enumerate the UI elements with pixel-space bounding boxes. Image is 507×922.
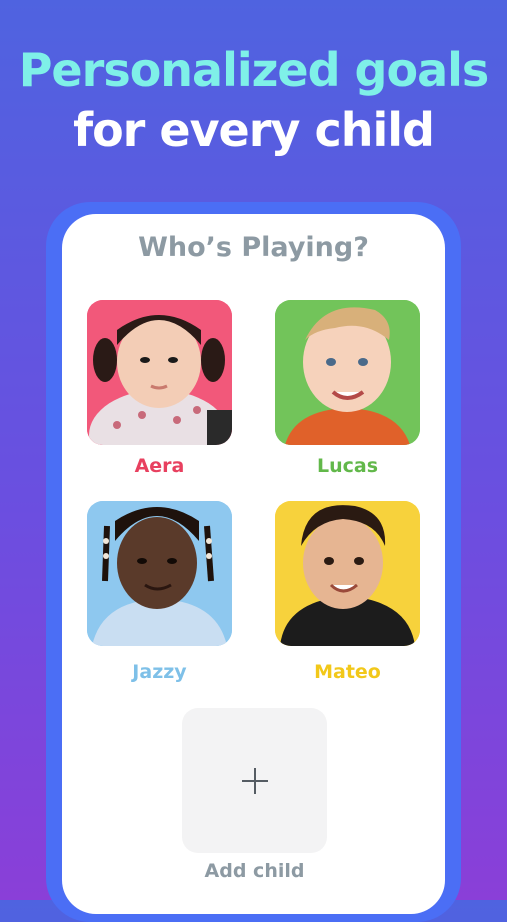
child-name-jazzy[interactable]: Jazzy (87, 661, 232, 683)
plus-icon (241, 767, 268, 794)
child-photo-lucas (275, 300, 420, 445)
child-profile-lucas[interactable] (275, 300, 420, 445)
child-name-lucas[interactable]: Lucas (275, 455, 420, 477)
headline: Personalized goals for every child (0, 40, 507, 160)
child-profile-mateo[interactable] (275, 501, 420, 646)
child-profile-jazzy[interactable] (87, 501, 232, 646)
child-name-aera[interactable]: Aera (87, 455, 232, 477)
add-child-label[interactable]: Add child (182, 860, 327, 882)
add-child-button[interactable] (182, 708, 327, 853)
child-photo-mateo (275, 501, 420, 646)
headline-line-2: for every child (73, 103, 435, 157)
child-photo-aera (87, 300, 232, 445)
screen-title: Who’s Playing? (138, 232, 369, 263)
child-profile-aera[interactable] (87, 300, 232, 445)
headline-line-1: Personalized goals (18, 43, 490, 97)
child-photo-jazzy (87, 501, 232, 646)
child-name-mateo[interactable]: Mateo (275, 661, 420, 683)
